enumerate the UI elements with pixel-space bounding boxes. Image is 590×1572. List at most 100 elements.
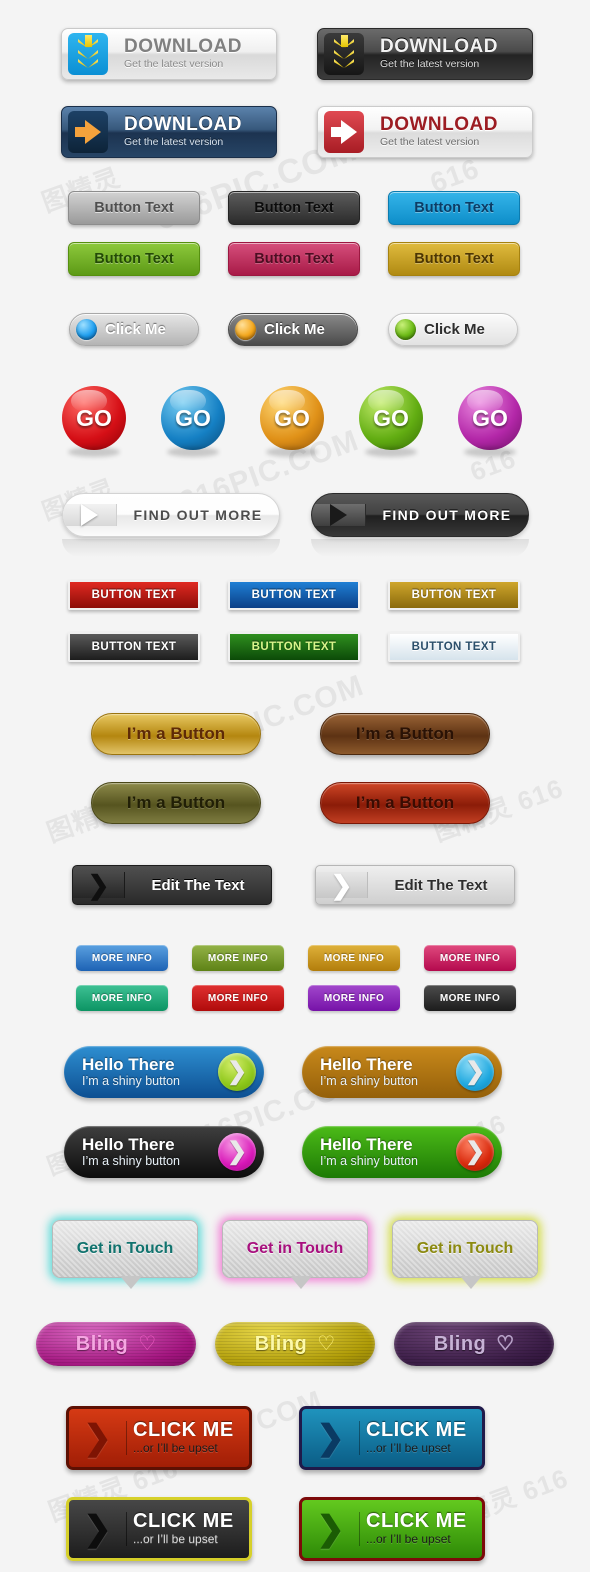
button-text-caps-red[interactable]: BUTTON TEXT xyxy=(68,580,200,610)
click-me-silver-button[interactable]: Click Me xyxy=(69,313,199,346)
click-me-white-button[interactable]: Click Me xyxy=(388,313,518,346)
button-label: BUTTON TEXT xyxy=(91,641,177,653)
more-info-purple[interactable]: MORE INFO xyxy=(308,985,400,1011)
button-label: Edit The Text xyxy=(151,876,245,894)
click-me-title: CLICK ME xyxy=(133,1510,234,1532)
button-text-blue[interactable]: Button Text xyxy=(388,191,520,225)
click-me-big-black-button[interactable]: ❯ CLICK ME ...or I’ll be upset xyxy=(66,1497,252,1561)
button-text-grey[interactable]: Button Text xyxy=(68,191,200,225)
download-subtitle: Get the latest version xyxy=(380,136,480,148)
edit-the-text-light-button[interactable]: ❯ Edit The Text xyxy=(315,865,515,905)
chevron-right-icon: ❯ xyxy=(456,1053,494,1091)
find-out-more-light-button[interactable]: FIND OUT MORE xyxy=(62,493,280,537)
button-text-caps-white[interactable]: BUTTON TEXT xyxy=(388,632,520,662)
click-me-big-blue-button[interactable]: ❯ CLICK ME ...or I’ll be upset xyxy=(299,1406,485,1470)
download-icon-panel xyxy=(62,29,114,79)
button-label: I’m a Button xyxy=(355,724,455,743)
download-icon-panel xyxy=(318,107,370,157)
find-out-more-dark-button[interactable]: FIND OUT MORE xyxy=(311,493,529,537)
orb-shadow xyxy=(266,447,318,457)
status-dot-icon xyxy=(235,319,256,340)
edit-the-text-dark-button[interactable]: ❯ Edit The Text xyxy=(72,865,272,905)
hello-there-gold-button[interactable]: Hello There I’m a shiny button ❯ xyxy=(302,1046,502,1098)
hello-text-block: Hello There I’m a shiny button xyxy=(320,1135,456,1169)
download-title: DOWNLOAD xyxy=(380,36,498,57)
go-orb-blue-button[interactable]: GO xyxy=(161,386,225,457)
hello-title: Hello There xyxy=(320,1055,413,1074)
hello-there-green-button[interactable]: Hello There I’m a shiny button ❯ xyxy=(302,1126,502,1178)
go-orb-orange-button[interactable]: GO xyxy=(260,386,324,457)
bling-gold-button[interactable]: Bling ♡ xyxy=(215,1322,375,1366)
button-label: BUTTON TEXT xyxy=(91,589,177,601)
im-a-button-gold[interactable]: I’m a Button xyxy=(91,713,261,755)
hello-subtitle: I’m a shiny button xyxy=(320,1154,418,1168)
chevron-right-icon: ❯ xyxy=(218,1133,256,1171)
button-text-green[interactable]: Button Text xyxy=(68,242,200,276)
download-light-button[interactable]: DOWNLOAD Get the latest version xyxy=(61,28,277,80)
download-title: DOWNLOAD xyxy=(380,114,498,135)
button-label: MORE INFO xyxy=(439,952,501,964)
get-in-touch-lime-button[interactable]: Get in Touch xyxy=(392,1220,538,1278)
button-label: GO xyxy=(76,404,112,431)
button-label: Click Me xyxy=(105,321,166,338)
get-in-touch-lime-wrap: Get in Touch xyxy=(392,1220,538,1289)
button-text-black[interactable]: Button Text xyxy=(228,191,360,225)
button-text-caps-carbon[interactable]: BUTTON TEXT xyxy=(68,632,200,662)
get-in-touch-teal-button[interactable]: Get in Touch xyxy=(52,1220,198,1278)
click-me-dark-button[interactable]: Click Me xyxy=(228,313,358,346)
go-orb-purple-button[interactable]: GO xyxy=(458,386,522,457)
bling-purple-button[interactable]: Bling ♡ xyxy=(394,1322,554,1366)
button-label: Button Text xyxy=(414,200,494,216)
more-info-olive[interactable]: MORE INFO xyxy=(192,945,284,971)
hello-title: Hello There xyxy=(82,1055,175,1074)
button-text-gold[interactable]: Button Text xyxy=(388,242,520,276)
button-text-caps-green[interactable]: BUTTON TEXT xyxy=(228,632,360,662)
button-label: Get in Touch xyxy=(76,1240,174,1257)
button-reflection xyxy=(62,539,280,557)
get-in-touch-teal-wrap: Get in Touch xyxy=(52,1220,198,1289)
go-orb-green-button[interactable]: GO xyxy=(359,386,423,457)
download-blue-button[interactable]: DOWNLOAD Get the latest version xyxy=(61,106,277,158)
button-reflection xyxy=(311,539,529,557)
click-me-big-green-button[interactable]: ❯ CLICK ME ...or I’ll be upset xyxy=(299,1497,485,1561)
download-red-button[interactable]: DOWNLOAD Get the latest version xyxy=(317,106,533,158)
more-info-black[interactable]: MORE INFO xyxy=(424,985,516,1011)
im-a-button-olive[interactable]: I’m a Button xyxy=(91,782,261,824)
click-me-subtitle: ...or I’ll be upset xyxy=(133,1532,218,1546)
hello-there-black-button[interactable]: Hello There I’m a shiny button ❯ xyxy=(64,1126,264,1178)
more-info-gold[interactable]: MORE INFO xyxy=(308,945,400,971)
button-label: MORE INFO xyxy=(207,952,269,964)
button-label: Button Text xyxy=(414,251,494,267)
download-dark-button[interactable]: DOWNLOAD Get the latest version xyxy=(317,28,533,80)
hello-there-blue-button[interactable]: Hello There I’m a shiny button ❯ xyxy=(64,1046,264,1098)
bling-pink-button[interactable]: Bling ♡ xyxy=(36,1322,196,1366)
download-title: DOWNLOAD xyxy=(124,36,242,57)
more-info-teal[interactable]: MORE INFO xyxy=(76,985,168,1011)
click-me-title: CLICK ME xyxy=(366,1419,467,1441)
button-label: Click Me xyxy=(424,321,485,338)
button-text-caps-blue[interactable]: BUTTON TEXT xyxy=(228,580,360,610)
button-text-caps-gold[interactable]: BUTTON TEXT xyxy=(388,580,520,610)
right-arrow-icon xyxy=(324,111,364,153)
button-label: GO xyxy=(274,404,310,431)
button-label: FIND OUT MORE xyxy=(382,507,512,523)
im-a-button-red[interactable]: I’m a Button xyxy=(320,782,490,824)
chevron-right-icon: ❯ xyxy=(302,1421,360,1455)
more-info-blue[interactable]: MORE INFO xyxy=(76,945,168,971)
button-label: Edit The Text xyxy=(394,876,488,894)
button-label: Button Text xyxy=(94,251,174,267)
click-me-subtitle: ...or I’ll be upset xyxy=(366,1532,451,1546)
get-in-touch-pink-button[interactable]: Get in Touch xyxy=(222,1220,368,1278)
click-me-big-red-button[interactable]: ❯ CLICK ME ...or I’ll be upset xyxy=(66,1406,252,1470)
speech-tail xyxy=(120,1276,142,1289)
button-label: I’m a Button xyxy=(126,793,226,812)
more-info-pink[interactable]: MORE INFO xyxy=(424,945,516,971)
button-label: Button Text xyxy=(94,200,174,216)
download-text-block: DOWNLOAD Get the latest version xyxy=(114,107,276,157)
go-orb-red-button[interactable]: GO xyxy=(62,386,126,457)
more-info-red[interactable]: MORE INFO xyxy=(192,985,284,1011)
button-text-pink[interactable]: Button Text xyxy=(228,242,360,276)
button-label: BUTTON TEXT xyxy=(251,589,337,601)
button-label: Get in Touch xyxy=(416,1240,514,1257)
im-a-button-brown[interactable]: I’m a Button xyxy=(320,713,490,755)
